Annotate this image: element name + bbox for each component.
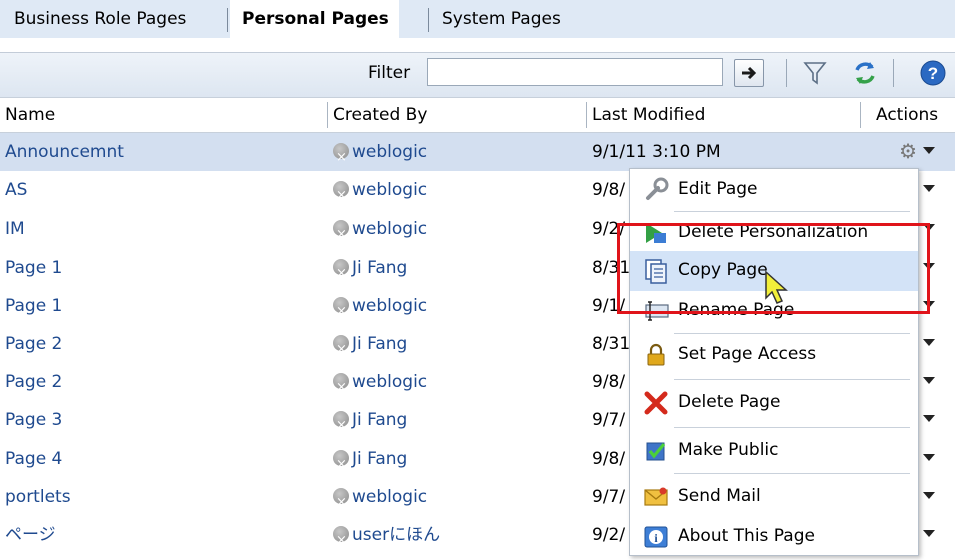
user-icon [333,293,349,331]
created-by-link[interactable]: userにほん [333,516,440,560]
page-name-link[interactable]: Page 4 [5,440,62,478]
menu-item-send-mail[interactable]: Send Mail [630,477,918,517]
page-name-link[interactable]: AS [5,171,27,209]
lock-icon [647,343,665,366]
last-modified: 9/2/ [592,525,626,545]
page-name-link[interactable]: IM [5,210,25,248]
filter-toolbar: Filter ? [0,52,955,97]
chevron-down-icon[interactable] [923,492,935,499]
mouse-pointer-icon [765,270,788,304]
chevron-down-icon[interactable] [923,339,935,346]
toolbar-divider [893,59,894,87]
column-divider[interactable] [860,102,861,128]
menu-item-delete-page[interactable]: Delete Page [630,383,918,423]
page-name-link[interactable]: Announcemnt [5,133,124,171]
user-icon [333,369,349,407]
user-icon [333,331,349,369]
chevron-down-icon[interactable] [923,415,935,422]
tab-personal-pages[interactable]: Personal Pages [230,0,399,38]
wrench-icon [646,177,669,200]
checkbox-icon [646,442,666,461]
page-name-link[interactable]: Page 3 [5,401,62,439]
help-icon[interactable]: ? [918,58,948,88]
mail-icon [644,487,668,506]
info-icon: i [644,526,668,548]
created-by-link[interactable]: weblogic [333,287,427,331]
tab-divider [227,8,228,32]
chevron-down-icon[interactable] [923,377,935,384]
page-name-link[interactable]: ページ [5,516,56,554]
table-header: Name Created By Last Modified Actions [0,97,955,133]
menu-item-set-page-access[interactable]: Set Page Access [630,335,918,375]
page-name-link[interactable]: Page 1 [5,249,62,287]
created-by-link[interactable]: weblogic [333,210,427,254]
tab-divider [428,8,429,32]
menu-divider [674,473,910,474]
tab-business-role-pages[interactable]: Business Role Pages [14,0,186,38]
last-modified: 9/8/ [592,372,626,392]
menu-item-edit-page[interactable]: Edit Page [630,170,918,210]
refresh-icon[interactable] [850,58,880,88]
svg-text:?: ? [928,64,938,83]
user-icon [333,216,349,254]
filter-label: Filter [368,63,411,83]
menu-divider [674,333,910,334]
chevron-down-icon[interactable] [923,185,935,192]
column-created-by[interactable]: Created By [333,98,427,132]
chevron-down-icon[interactable] [923,147,935,154]
last-modified: 8/31 [592,334,631,354]
user-icon [333,522,349,560]
user-icon [333,484,349,522]
created-by-link[interactable]: weblogic [333,133,427,177]
user-icon [333,446,349,484]
red-x-icon [644,391,668,415]
page-name-link[interactable]: Page 2 [5,363,62,401]
toolbar-divider [786,59,787,87]
menu-divider [674,211,910,212]
user-icon [333,255,349,293]
arrow-right-icon [742,66,757,80]
gear-icon[interactable]: ⚙ [899,139,917,163]
user-icon [333,177,349,215]
chevron-down-icon[interactable] [923,530,935,537]
created-by-link[interactable]: Ji Fang [333,249,407,293]
user-icon [333,139,349,177]
created-by-link[interactable]: Ji Fang [333,440,407,484]
column-last-modified[interactable]: Last Modified [592,98,705,132]
column-actions: Actions [876,105,939,125]
menu-divider [674,379,910,380]
created-by-link[interactable]: weblogic [333,363,427,407]
last-modified: 9/8/ [592,180,626,200]
filter-input[interactable] [427,58,723,86]
user-icon [333,407,349,445]
created-by-link[interactable]: Ji Fang [333,401,407,445]
funnel-icon[interactable] [800,58,830,88]
menu-divider [674,427,910,428]
page-type-tabs: Business Role Pages Personal Pages Syste… [0,0,955,38]
page-name-link[interactable]: Page 1 [5,287,62,325]
last-modified: 9/1/11 3:10 PM [592,142,721,162]
last-modified: 9/7/ [592,487,626,507]
created-by-link[interactable]: weblogic [333,478,427,522]
column-divider[interactable] [586,102,587,128]
last-modified: 9/8/ [592,449,626,469]
last-modified: 9/7/ [592,410,626,430]
tab-system-pages[interactable]: System Pages [442,0,561,38]
menu-item-about-this-page[interactable]: i About This Page [630,517,918,557]
go-button[interactable] [734,59,764,87]
created-by-link[interactable]: weblogic [333,171,427,215]
page-name-link[interactable]: Page 2 [5,325,62,363]
menu-item-make-public[interactable]: Make Public [630,431,918,471]
column-divider[interactable] [327,102,328,128]
table-row[interactable]: Announcemnt weblogic 9/1/11 3:10 PM ⚙ [0,133,955,177]
chevron-down-icon[interactable] [923,454,935,461]
page-name-link[interactable]: portlets [5,478,71,516]
column-name[interactable]: Name [5,98,55,132]
created-by-link[interactable]: Ji Fang [333,325,407,369]
